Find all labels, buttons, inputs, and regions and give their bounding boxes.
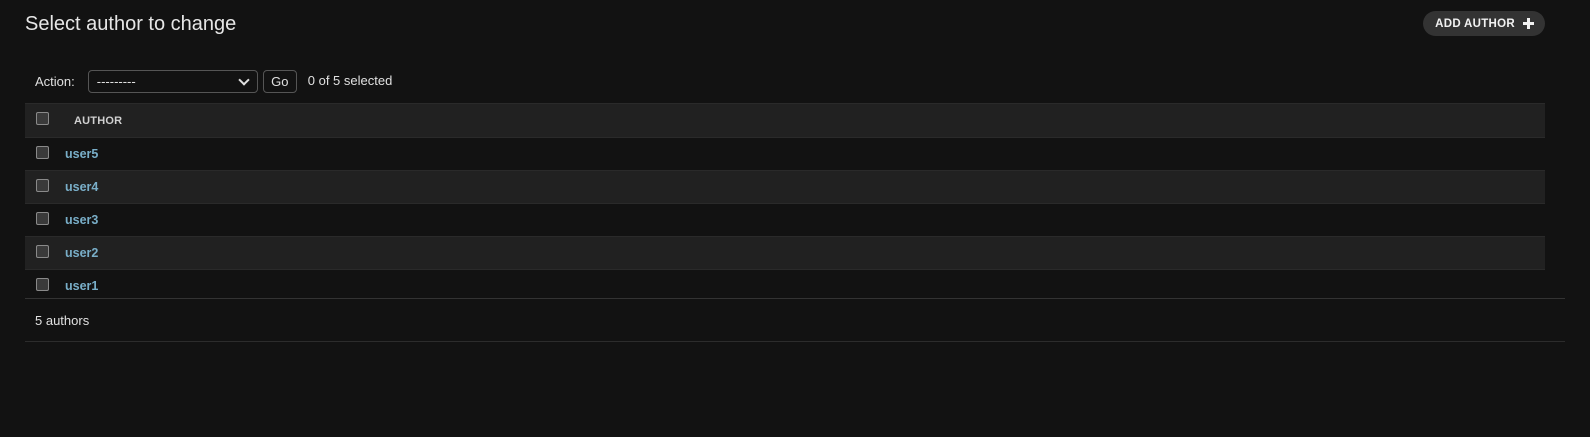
action-select-value: --------- [96, 74, 136, 89]
column-header-author[interactable]: AUTHOR [74, 115, 122, 127]
author-link[interactable]: user1 [65, 279, 98, 293]
page-title: Select author to change [25, 13, 237, 35]
add-author-button[interactable]: ADD AUTHOR [1423, 11, 1545, 36]
change-list-page: Select author to change ADD AUTHOR Actio… [0, 0, 1590, 437]
row-checkbox[interactable] [36, 178, 49, 192]
chevron-down-icon [238, 73, 250, 86]
add-author-label: ADD AUTHOR [1435, 17, 1515, 30]
plus-icon [1523, 18, 1534, 29]
actions-bar: Action: --------- Go 0 of 5 selected [25, 69, 1545, 94]
author-link[interactable]: user2 [65, 246, 98, 260]
row-checkbox[interactable] [36, 145, 49, 159]
table-row: user3 [25, 203, 1545, 236]
selection-counter: 0 of 5 selected [307, 72, 393, 88]
table-row: user4 [25, 170, 1545, 203]
row-checkbox[interactable] [36, 277, 49, 291]
table-header: AUTHOR [25, 103, 1545, 137]
author-link[interactable]: user5 [65, 147, 98, 161]
author-link[interactable]: user4 [65, 180, 98, 194]
paginator: 5 authors [35, 313, 90, 328]
author-link[interactable]: user3 [65, 213, 98, 227]
action-select[interactable]: --------- [87, 70, 258, 93]
table-row: user5 [25, 137, 1545, 170]
table-bottom-divider [25, 298, 1565, 299]
go-button[interactable]: Go [262, 70, 297, 93]
select-all-checkbox[interactable] [36, 112, 49, 125]
results-table: AUTHOR user5 user4 user3 user2 user1 [25, 103, 1545, 302]
row-checkbox[interactable] [36, 211, 49, 225]
table-row: user2 [25, 236, 1545, 269]
action-label: Action: [35, 74, 75, 89]
paginator-divider [25, 341, 1565, 342]
row-checkbox[interactable] [36, 244, 49, 258]
